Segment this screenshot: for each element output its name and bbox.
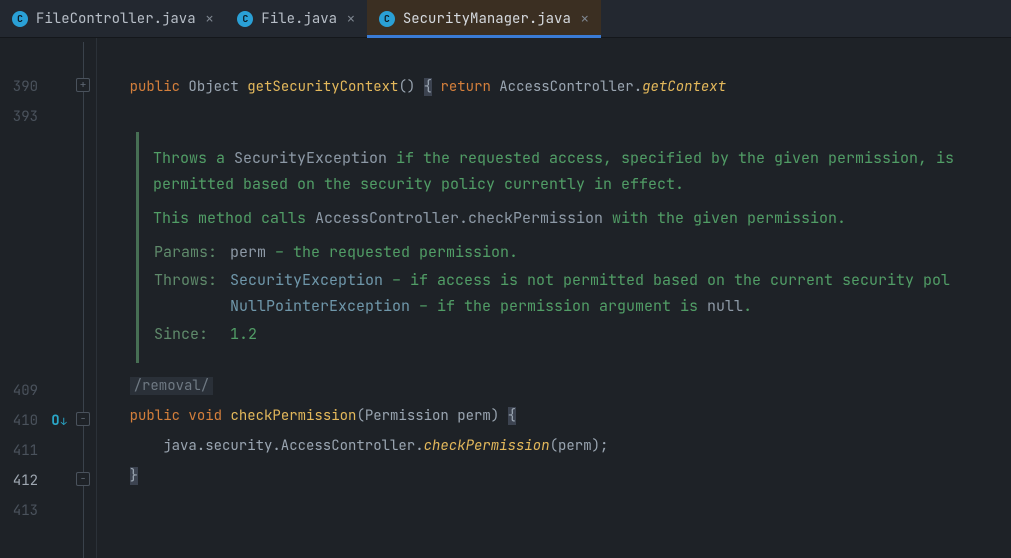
gutter-icons: O↓ bbox=[44, 38, 74, 558]
javadoc-params-label: Params: bbox=[153, 239, 229, 267]
tab-security-manager[interactable]: C SecurityManager.java ✕ bbox=[367, 0, 601, 37]
editor-tab-bar: C FileController.java ✕ C File.java ✕ C … bbox=[0, 0, 1011, 38]
line-number: 412 bbox=[0, 466, 44, 496]
close-icon[interactable]: ✕ bbox=[206, 10, 214, 27]
tab-label: SecurityManager.java bbox=[403, 10, 571, 28]
tab-label: FileController.java bbox=[36, 10, 196, 28]
java-class-icon: C bbox=[12, 11, 28, 27]
code-line bbox=[96, 102, 1011, 132]
java-class-icon: C bbox=[237, 11, 253, 27]
line-number: 410 bbox=[0, 406, 44, 436]
javadoc-type-link[interactable]: SecurityException bbox=[230, 270, 383, 290]
code-line: x bbox=[96, 42, 1011, 72]
line-number: 393 bbox=[0, 102, 44, 132]
code-line: java.security.AccessController.checkPerm… bbox=[96, 431, 1011, 461]
fold-toggle-icon[interactable]: + bbox=[76, 78, 90, 92]
close-icon[interactable]: ✕ bbox=[347, 10, 355, 27]
code-line: } bbox=[96, 461, 1011, 491]
javadoc-since-label: Since: bbox=[153, 321, 229, 349]
tab-label: File.java bbox=[261, 10, 337, 28]
java-class-icon: C bbox=[379, 11, 395, 27]
javadoc-popup: Throws a SecurityException if the reques… bbox=[136, 132, 1011, 363]
fold-toggle-icon[interactable]: − bbox=[76, 472, 90, 486]
gutter-fold: + − − bbox=[74, 38, 96, 558]
gutter-line-numbers: 390 393 409 410 411 412 413 bbox=[0, 38, 44, 558]
override-icon[interactable]: O↓ bbox=[48, 406, 70, 436]
fold-toggle-icon[interactable]: − bbox=[76, 412, 90, 426]
code-line: /removal/ bbox=[96, 371, 1011, 401]
javadoc-throws-label: Throws: bbox=[153, 267, 229, 321]
code-editor[interactable]: 390 393 409 410 411 412 413 O↓ + − − x p… bbox=[0, 38, 1011, 558]
code-line bbox=[96, 491, 1011, 521]
line-number: 411 bbox=[0, 436, 44, 466]
javadoc-type-link[interactable]: NullPointerException bbox=[230, 296, 410, 316]
tab-file[interactable]: C File.java ✕ bbox=[225, 0, 366, 37]
close-icon[interactable]: ✕ bbox=[581, 10, 589, 27]
tab-file-controller[interactable]: C FileController.java ✕ bbox=[0, 0, 225, 37]
code-line: public void checkPermission(Permission p… bbox=[96, 401, 1011, 431]
code-line: public Object getSecurityContext() { ret… bbox=[96, 72, 1011, 102]
line-number: 413 bbox=[0, 496, 44, 526]
line-number: 390 bbox=[0, 72, 44, 102]
line-number: 409 bbox=[0, 376, 44, 406]
code-area[interactable]: x public Object getSecurityContext() { r… bbox=[96, 38, 1011, 558]
